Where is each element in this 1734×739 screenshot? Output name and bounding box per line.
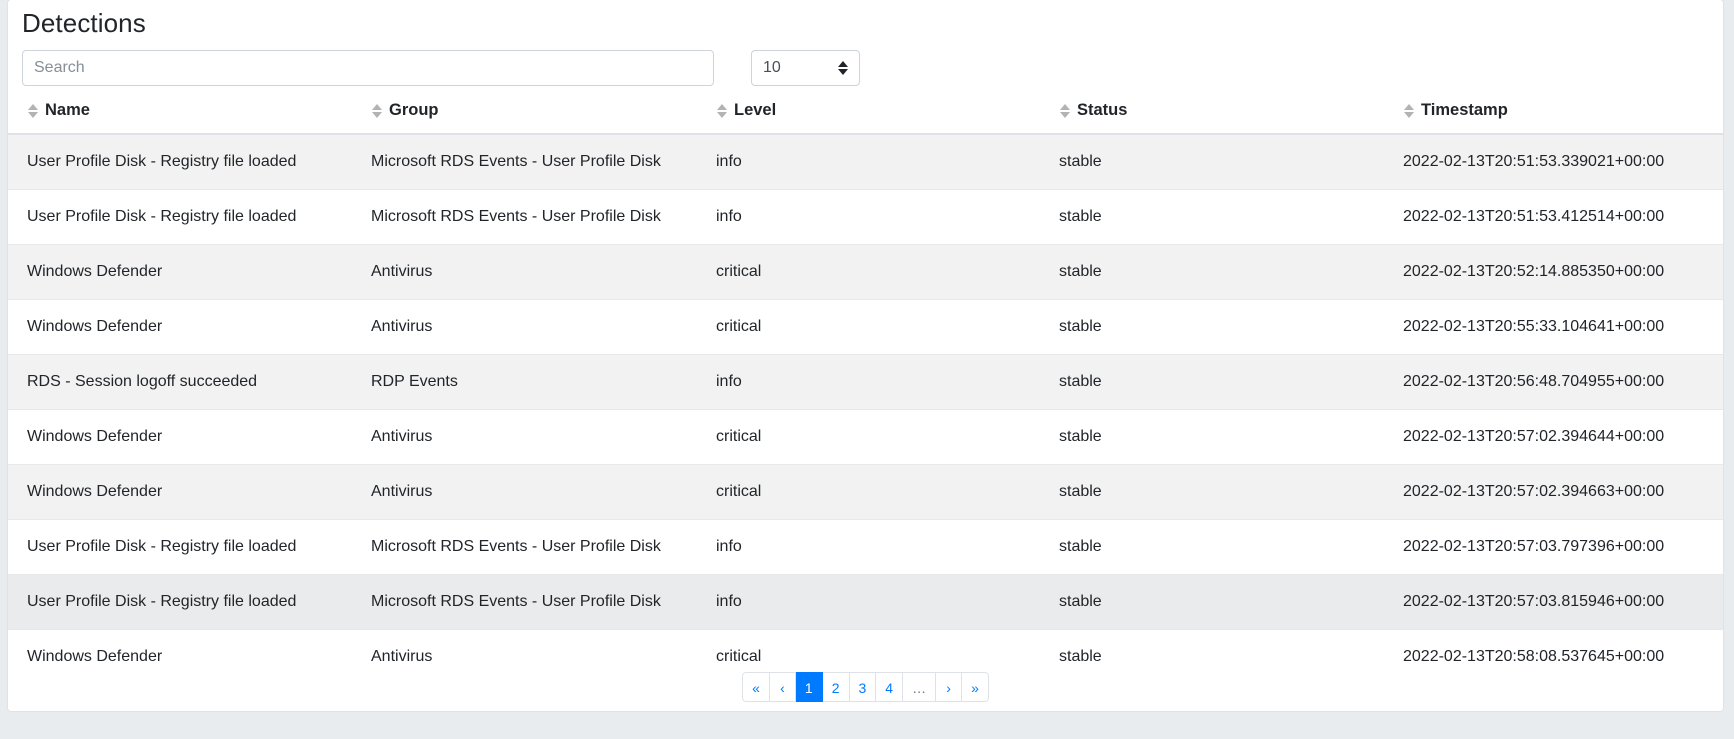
cell-timestamp: 2022-02-13T20:55:33.104641+00:00 [1403, 299, 1723, 355]
cell-level: critical [716, 409, 1059, 465]
column-header-label: Status [1077, 101, 1128, 119]
table-body: User Profile Disk - Registry file loaded… [8, 133, 1723, 684]
page-1[interactable]: 1 [795, 672, 823, 702]
cell-timestamp: 2022-02-13T20:51:53.412514+00:00 [1403, 189, 1723, 245]
cell-status: stable [1059, 244, 1403, 300]
cell-name: Windows Defender [8, 464, 371, 520]
cell-name: User Profile Disk - Registry file loaded [8, 133, 371, 190]
table-header-row: Name Group Level Status Timestamp [8, 101, 1723, 135]
cell-group: Antivirus [371, 464, 716, 520]
table-row[interactable]: User Profile Disk - Registry file loaded… [8, 189, 1723, 245]
cell-level: critical [716, 299, 1059, 355]
cell-status: stable [1059, 133, 1403, 190]
column-header-label: Group [389, 101, 439, 119]
page-4[interactable]: 4 [876, 672, 904, 702]
page-background: Detections 102550100 Nam [0, 0, 1734, 739]
cell-group: RDP Events [371, 354, 716, 410]
cell-group: Microsoft RDS Events - User Profile Disk [371, 519, 716, 575]
table-row[interactable]: Windows Defender Antivirus critical stable 2… [8, 409, 1723, 465]
cell-level: critical [716, 464, 1059, 520]
cell-timestamp: 2022-02-13T20:52:14.885350+00:00 [1403, 244, 1723, 300]
cell-name: User Profile Disk - Registry file loaded [8, 574, 371, 630]
sort-both-icon [716, 103, 727, 118]
column-header-status[interactable]: Status [1059, 101, 1403, 135]
first-page[interactable]: « [742, 672, 770, 702]
cell-level: info [716, 574, 1059, 630]
page-2[interactable]: 2 [822, 672, 850, 702]
cell-timestamp: 2022-02-13T20:57:03.797396+00:00 [1403, 519, 1723, 575]
column-header-level[interactable]: Level [716, 101, 1059, 135]
table-row[interactable]: User Profile Disk - Registry file loaded… [8, 519, 1723, 575]
cell-timestamp: 2022-02-13T20:57:02.394644+00:00 [1403, 409, 1723, 465]
cell-timestamp: 2022-02-13T20:57:02.394663+00:00 [1403, 464, 1723, 520]
column-header-timestamp[interactable]: Timestamp [1403, 101, 1723, 135]
cell-group: Microsoft RDS Events - User Profile Disk [371, 574, 716, 630]
cell-level: info [716, 519, 1059, 575]
cell-group: Antivirus [371, 244, 716, 300]
cell-status: stable [1059, 189, 1403, 245]
detections-table: Name Group Level Status Timestamp User P… [8, 101, 1723, 684]
cell-timestamp: 2022-02-13T20:56:48.704955+00:00 [1403, 354, 1723, 410]
cell-group: Microsoft RDS Events - User Profile Disk [371, 133, 716, 190]
cell-name: Windows Defender [8, 244, 371, 300]
detections-card: Detections 102550100 Nam [8, 0, 1723, 711]
cell-timestamp: 2022-02-13T20:51:53.339021+00:00 [1403, 133, 1723, 190]
sort-both-icon [27, 103, 38, 118]
column-header-name[interactable]: Name [8, 101, 371, 135]
cell-level: critical [716, 244, 1059, 300]
cell-timestamp: 2022-02-13T20:57:03.815946+00:00 [1403, 574, 1723, 630]
page-title: Detections [22, 8, 146, 38]
page-size-select[interactable]: 102550100 [751, 50, 860, 86]
last-page[interactable]: » [962, 672, 989, 702]
cell-status: stable [1059, 299, 1403, 355]
column-header-label: Name [45, 101, 90, 119]
cell-level: info [716, 189, 1059, 245]
cell-name: User Profile Disk - Registry file loaded [8, 189, 371, 245]
column-header-label: Level [734, 101, 777, 119]
cell-status: stable [1059, 464, 1403, 520]
table-row[interactable]: RDS - Session logoff succeeded RDP Events… [8, 354, 1723, 410]
table-row[interactable]: Windows Defender Antivirus critical stable 2… [8, 244, 1723, 300]
sort-both-icon [371, 103, 382, 118]
table-row[interactable]: User Profile Disk - Registry file loaded… [8, 574, 1723, 630]
cell-level: info [716, 133, 1059, 190]
page-ellipsis: … [903, 672, 937, 702]
cell-status: stable [1059, 574, 1403, 630]
cell-group: Antivirus [371, 409, 716, 465]
cell-name: User Profile Disk - Registry file loaded [8, 519, 371, 575]
table-row[interactable]: User Profile Disk - Registry file loaded… [8, 133, 1723, 190]
previous-page[interactable]: ‹ [769, 672, 796, 702]
pagination-wrapper: «‹ 1 2 3 4… ›» [8, 672, 1723, 702]
page-size-select-wrapper: 102550100 [751, 50, 860, 86]
cell-name: RDS - Session logoff succeeded [8, 354, 371, 410]
cell-name: Windows Defender [8, 299, 371, 355]
next-page[interactable]: › [936, 672, 963, 702]
cell-status: stable [1059, 519, 1403, 575]
sort-both-icon [1059, 103, 1070, 118]
pagination: «‹ 1 2 3 4… ›» [742, 672, 989, 702]
cell-group: Microsoft RDS Events - User Profile Disk [371, 189, 716, 245]
table-controls: 102550100 [8, 40, 1723, 86]
table-header: Name Group Level Status Timestamp [8, 101, 1723, 135]
cell-status: stable [1059, 354, 1403, 410]
cell-level: info [716, 354, 1059, 410]
search-input[interactable] [22, 50, 714, 86]
column-header-group[interactable]: Group [371, 101, 716, 135]
cell-name: Windows Defender [8, 409, 371, 465]
cell-status: stable [1059, 409, 1403, 465]
cell-group: Antivirus [371, 299, 716, 355]
sort-both-icon [1403, 103, 1414, 118]
page-3[interactable]: 3 [849, 672, 877, 702]
table-row[interactable]: Windows Defender Antivirus critical stable 2… [8, 299, 1723, 355]
column-header-label: Timestamp [1421, 101, 1508, 119]
table-row[interactable]: Windows Defender Antivirus critical stable 2… [8, 464, 1723, 520]
